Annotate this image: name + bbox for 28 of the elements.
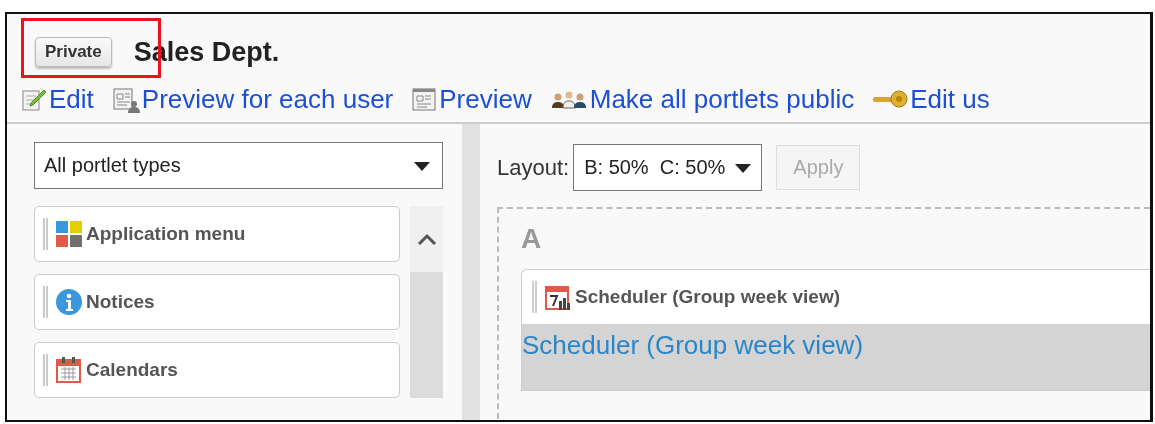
portlet-item[interactable]: Calendars [34, 342, 400, 398]
calendar-chart-icon [545, 283, 571, 311]
layout-dropdown[interactable]: B: 50% C: 50% [573, 144, 763, 191]
drag-handle-icon [43, 354, 48, 386]
action-link[interactable]: Preview [439, 83, 532, 115]
page-icon [411, 86, 438, 112]
portlet-type-dropdown[interactable]: All portlet types [34, 142, 443, 189]
drag-handle-icon [43, 286, 48, 318]
portlet-item[interactable]: Application menu [34, 206, 400, 262]
drag-handle-icon [532, 281, 537, 313]
splitter-bar[interactable] [462, 124, 480, 420]
scrollbar[interactable] [410, 206, 443, 398]
key-icon [872, 88, 909, 110]
page-person-icon [111, 85, 140, 113]
scroll-up-icon[interactable] [410, 206, 443, 272]
portlet-title: Scheduler (Group week view) [575, 286, 841, 308]
calendar-icon [56, 356, 82, 384]
private-button[interactable]: Private [35, 37, 112, 67]
info-icon [56, 289, 82, 315]
layout-label: Layout: [497, 154, 570, 181]
action-link[interactable]: Edit us [910, 83, 990, 115]
portlet-item[interactable]: Notices [34, 274, 400, 330]
action-link[interactable]: Edit [49, 83, 94, 115]
app-grid-icon [56, 221, 82, 247]
action-link[interactable]: Preview for each user [141, 83, 394, 115]
action-link[interactable]: Make all portlets public [589, 83, 855, 115]
drag-handle-icon [43, 218, 48, 250]
area-label: A [521, 223, 543, 255]
